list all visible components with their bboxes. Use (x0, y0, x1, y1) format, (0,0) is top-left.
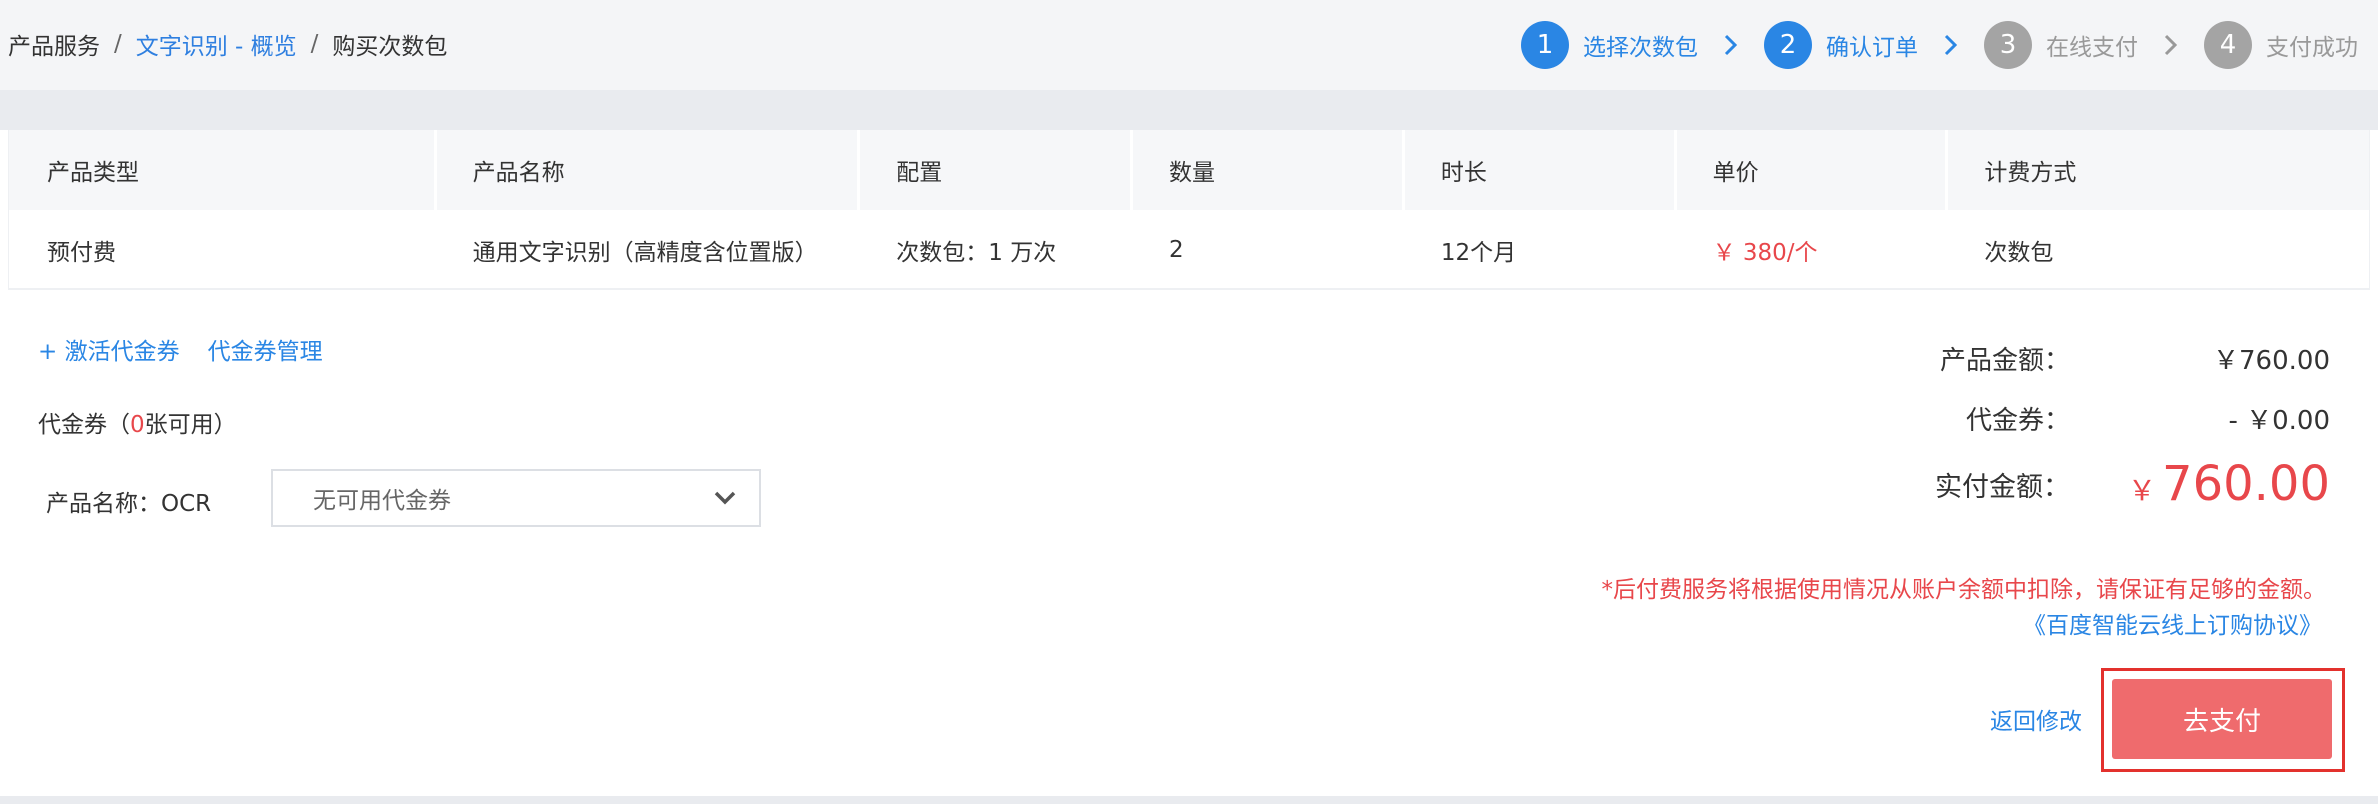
table-cell-product-type: 预付费 (47, 240, 116, 266)
step-select-package: 1 选择次数包 (1521, 21, 1698, 69)
table-header-row: 产品类型 产品名称 配置 数量 时长 单价 计费方式 (9, 130, 2369, 210)
table-row: 预付费 通用文字识别（高精度含位置版） 次数包：1 万次 2 12个月 ￥ 38… (9, 210, 2369, 290)
order-summary-section: + 激活代金券 代金券管理 代金券（0张可用） 产品名称：OCR 无可用代金券 … (0, 292, 2378, 804)
pay-button[interactable]: 去支付 (2112, 679, 2332, 759)
step-payment-success: 4 支付成功 (2204, 21, 2358, 69)
product-amount-row: 产品金额： ￥760.00 (1910, 336, 2330, 380)
product-amount-value: ￥760.00 (2213, 345, 2330, 376)
manage-coupon-link[interactable]: 代金券管理 (208, 332, 323, 366)
step-label: 在线支付 (2046, 35, 2138, 61)
billing-notice: *后付费服务将根据使用情况从账户余额中扣除，请保证有足够的金额。 (1601, 577, 2327, 603)
table-cell-unit-price: ￥ 380/个 (1712, 240, 1818, 266)
table-cell-duration: 12个月 (1440, 240, 1517, 266)
currency-symbol: ￥ (2128, 474, 2157, 507)
coupon-amount-value: - ￥0.00 (2228, 405, 2330, 436)
product-amount-label: 产品金额： (1939, 345, 2070, 376)
column-header: 时长 (1405, 130, 1677, 210)
step-label: 支付成功 (2266, 35, 2358, 61)
section-divider (0, 90, 2378, 130)
agreement-link[interactable]: 《百度智能云线上订购协议》 (2023, 606, 2322, 640)
table-cell-billing-method: 次数包 (1984, 240, 2054, 266)
coupon-product-label: 产品名称：OCR (46, 491, 212, 517)
step-label: 确认订单 (1826, 35, 1918, 61)
back-to-edit-link[interactable]: 返回修改 (1990, 702, 2082, 736)
order-table: 产品类型 产品名称 配置 数量 时长 单价 计费方式 预付费 通用文字识别（高精… (8, 130, 2370, 290)
breadcrumb: 产品服务 / 文字识别 - 概览 / 购买次数包 (8, 26, 447, 62)
page-header: 产品服务 / 文字识别 - 概览 / 购买次数包 1 选择次数包 2 确认订单 … (0, 0, 2378, 90)
table-cell-product-name: 通用文字识别（高精度含位置版） (472, 240, 818, 266)
page-bottom-border (0, 796, 2378, 804)
coupon-amount-row: 代金券： - ￥0.00 (1910, 396, 2330, 440)
step-number: 3 (1984, 21, 2032, 69)
column-header: 产品类型 (9, 130, 437, 210)
breadcrumb-current: 购买次数包 (332, 34, 448, 60)
breadcrumb-root: 产品服务 (8, 34, 100, 60)
breadcrumb-separator: / (114, 31, 122, 57)
activate-coupon-link[interactable]: + 激活代金券 (38, 332, 180, 366)
column-header: 计费方式 (1984, 160, 2077, 186)
column-header: 配置 (860, 130, 1134, 210)
breadcrumb-separator: / (310, 31, 319, 57)
column-header: 单价 (1677, 130, 1949, 210)
step-confirm-order: 2 确认订单 (1764, 21, 1918, 69)
coupon-available-count: 代金券（0张可用） (38, 405, 237, 439)
table-cell-quantity: 2 (1169, 237, 1184, 263)
coupon-select[interactable]: 无可用代金券 (271, 469, 761, 527)
paid-amount-number: 760.00 (2162, 456, 2330, 512)
step-number: 1 (1521, 21, 1569, 69)
column-header: 数量 (1133, 130, 1405, 210)
chevron-right-icon (1724, 34, 1738, 56)
paid-amount-value: ￥ 760.00 (2128, 456, 2330, 512)
chevron-down-icon (714, 491, 736, 505)
step-number: 4 (2204, 21, 2252, 69)
table-cell-config: 次数包：1 万次 (896, 240, 1057, 266)
coupon-select-value: 无可用代金券 (313, 488, 451, 514)
chevron-right-icon (2164, 34, 2178, 56)
coupon-count-prefix: 代金券（ (38, 412, 130, 438)
column-header: 产品名称 (437, 130, 861, 210)
step-label: 选择次数包 (1583, 35, 1698, 61)
step-number: 2 (1764, 21, 1812, 69)
paid-amount-row: 实付金额： ￥ 760.00 (1910, 454, 2330, 514)
coupon-amount-label: 代金券： (1965, 405, 2070, 436)
coupon-count-number: 0 (130, 412, 145, 438)
order-steps: 1 选择次数包 2 确认订单 3 在线支付 4 支付成功 (1521, 20, 2358, 70)
step-online-payment: 3 在线支付 (1984, 21, 2138, 69)
paid-amount-label: 实付金额： (1935, 471, 2070, 503)
coupon-links: + 激活代金券 代金券管理 (38, 332, 323, 366)
chevron-right-icon (1944, 34, 1958, 56)
coupon-count-suffix: 张可用） (144, 412, 237, 438)
breadcrumb-overview-link[interactable]: 文字识别 - 概览 (136, 27, 297, 61)
